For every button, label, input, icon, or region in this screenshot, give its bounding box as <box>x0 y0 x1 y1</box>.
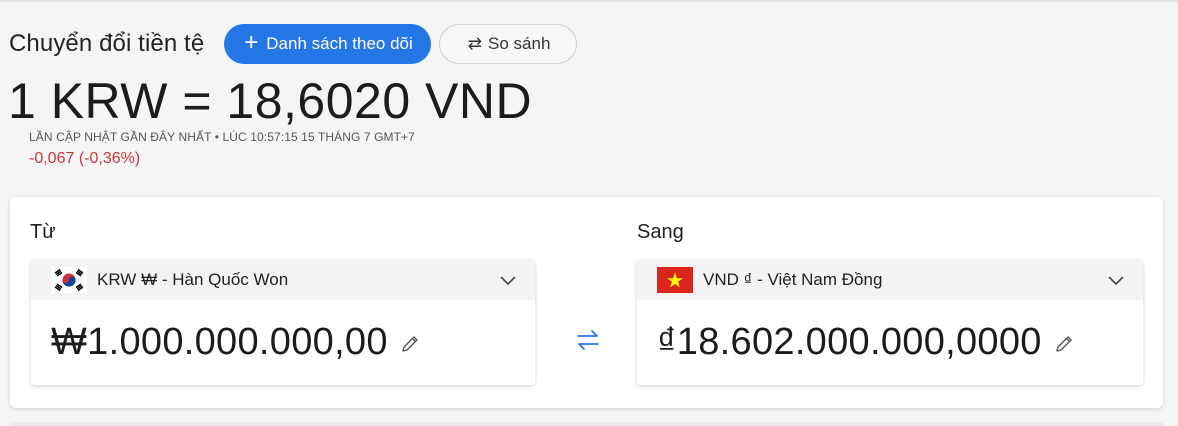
converter-card: Từ Sang KRW ₩ - Hàn Quốc Won ₩1.000.000.… <box>10 197 1163 408</box>
compare-button-label: So sánh <box>488 34 551 53</box>
bottom-divider <box>10 422 1163 426</box>
to-currency-name: VND ₫ - Việt Nam Đồng <box>703 270 883 289</box>
to-currency-select[interactable]: VND ₫ - Việt Nam Đồng <box>637 260 1143 300</box>
chevron-down-icon <box>1108 276 1124 286</box>
last-updated: LẦN CẬP NHẬT GẦN ĐÂY NHẤT • LÚC 10:57:15… <box>29 130 415 144</box>
from-currency-select[interactable]: KRW ₩ - Hàn Quốc Won <box>31 260 535 300</box>
chevron-down-icon <box>500 276 516 286</box>
watchlist-button[interactable]: + Danh sách theo dõi <box>224 24 431 64</box>
swap-arrows-icon: ⇄ <box>467 34 483 53</box>
from-currency-name: KRW ₩ - Hàn Quốc Won <box>97 270 289 289</box>
to-amount[interactable]: ₫18.602.000.000,0000 <box>657 321 1042 364</box>
from-label: Từ <box>30 221 56 243</box>
to-amount-row: ₫18.602.000.000,0000 <box>637 300 1143 385</box>
edit-pencil-icon[interactable] <box>400 334 420 354</box>
to-currency-box: VND ₫ - Việt Nam Đồng ₫18.602.000.000,00… <box>637 260 1143 385</box>
page-title: Chuyển đổi tiền tệ <box>9 30 205 57</box>
exchange-rate: 1 KRW = 18,6020 VND <box>8 73 533 129</box>
from-amount-row: ₩1.000.000.000,00 <box>31 300 535 385</box>
from-currency-box: KRW ₩ - Hàn Quốc Won ₩1.000.000.000,00 <box>31 260 535 385</box>
from-amount[interactable]: ₩1.000.000.000,00 <box>51 321 388 364</box>
rate-change: -0,067 (-0,36%) <box>29 150 141 167</box>
edit-pencil-icon[interactable] <box>1054 334 1074 354</box>
top-divider <box>0 0 1178 2</box>
vietnam-flag-icon <box>657 267 693 293</box>
watchlist-button-label: Danh sách theo dõi <box>266 34 413 53</box>
plus-icon: + <box>244 29 259 56</box>
to-label: Sang <box>637 221 684 243</box>
swap-arrows-icon[interactable] <box>573 325 603 355</box>
compare-button[interactable]: ⇄ So sánh <box>438 24 578 64</box>
south-korea-flag-icon <box>51 267 87 293</box>
header: Chuyển đổi tiền tệ + Danh sách theo dõi … <box>9 24 578 64</box>
